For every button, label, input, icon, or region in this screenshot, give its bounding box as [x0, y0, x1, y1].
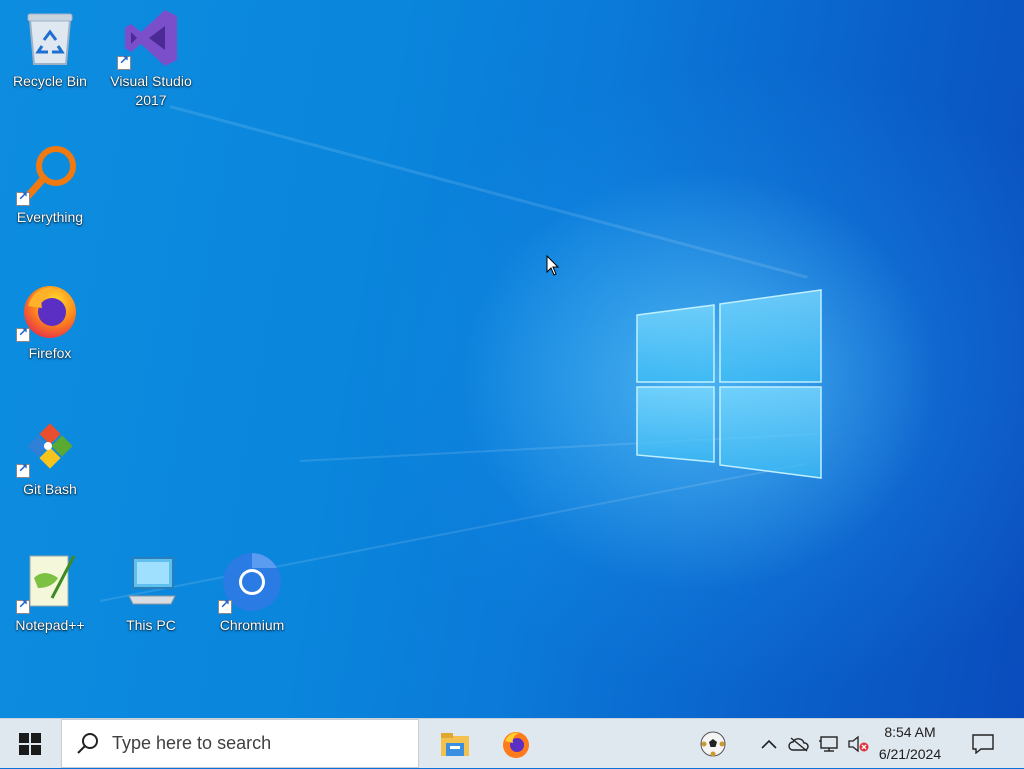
file-explorer-icon — [441, 733, 469, 756]
desktop-icon-label: Notepad++ — [15, 617, 85, 633]
desktop-icon-firefox[interactable]: Firefox — [2, 278, 98, 363]
tray-network[interactable] — [816, 719, 842, 769]
desktop-icon-label: Visual Studio 2017 — [110, 73, 192, 108]
soccer-ball-icon — [700, 731, 726, 757]
taskbar-firefox[interactable] — [491, 719, 541, 769]
tray-show-hidden-icons[interactable] — [756, 719, 782, 769]
desktop-icon-recycle-bin[interactable]: Recycle Bin — [2, 6, 98, 91]
desktop-icon-notepad-plus-plus[interactable]: Notepad++ — [2, 550, 98, 635]
desktop-icon-label: This PC — [126, 617, 176, 633]
shortcut-arrow-icon — [16, 325, 30, 342]
desktop-icon-label: Everything — [16, 209, 84, 225]
start-button[interactable] — [0, 719, 60, 769]
windows-start-icon — [19, 733, 41, 755]
action-center-button[interactable] — [958, 719, 1008, 769]
desktop-icon-everything[interactable]: Everything — [2, 142, 98, 227]
desktop-icon-chromium[interactable]: Chromium — [204, 550, 300, 635]
clock-date: 6/21/2024 — [878, 746, 942, 762]
desktop-icon-label: Git Bash — [23, 481, 77, 497]
desktop-icon-label: Chromium — [219, 617, 285, 633]
shortcut-arrow-icon — [16, 189, 30, 206]
mouse-pointer-icon — [546, 255, 560, 276]
desktop-icon-this-pc[interactable]: This PC — [103, 550, 199, 635]
chevron-up-icon — [761, 739, 777, 749]
tray-soccer-ball-app[interactable] — [690, 719, 736, 769]
search-icon — [77, 732, 98, 754]
shortcut-arrow-icon — [16, 597, 30, 614]
taskbar-file-explorer[interactable] — [430, 719, 480, 769]
tray-onedrive[interactable] — [786, 719, 812, 769]
desktop-wallpaper[interactable]: Recycle Bin Visual Studio 2017 Everythin… — [0, 0, 1024, 718]
shortcut-arrow-icon — [16, 461, 30, 478]
volume-muted-icon — [848, 735, 869, 753]
recycle-bin-icon — [27, 13, 73, 65]
onedrive-offline-icon — [788, 737, 809, 752]
tray-volume[interactable] — [845, 719, 871, 769]
taskbar-search-box[interactable]: Type here to search — [61, 719, 419, 768]
desktop-icon-label: Firefox — [28, 345, 72, 361]
network-icon — [819, 736, 838, 752]
taskbar: Type here to search 8:54 AM 6/21/2024 — [0, 718, 1024, 768]
desktop-icon-label: Recycle Bin — [13, 73, 87, 89]
this-pc-icon — [128, 557, 176, 605]
notification-icon — [972, 734, 994, 754]
desktop-icon-git-bash[interactable]: Git Bash — [2, 414, 98, 499]
firefox-icon — [503, 732, 529, 758]
search-placeholder: Type here to search — [112, 733, 272, 753]
clock-time: 8:54 AM — [884, 724, 936, 740]
shortcut-arrow-icon — [218, 597, 232, 614]
shortcut-arrow-icon — [117, 53, 131, 70]
desktop-icon-visual-studio[interactable]: Visual Studio 2017 — [103, 6, 199, 110]
